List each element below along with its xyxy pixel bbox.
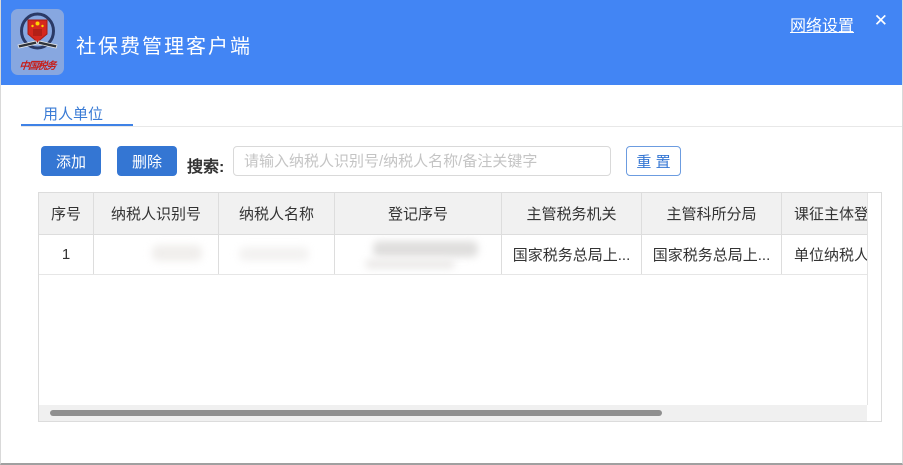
horizontal-scrollbar-track[interactable]: [39, 405, 867, 421]
table-row[interactable]: 1 国家税务总局上... 国家税务总局上... 单位纳税人: [39, 235, 867, 275]
col-header-branch-bureau: 主管科所分局: [642, 193, 782, 235]
table-scroll-area: 序号 纳税人识别号 纳税人名称 登记序号 主管税务机关 主管科所分局 课征主体登…: [39, 193, 867, 405]
cell-tax-authority: 国家税务总局上...: [502, 235, 642, 274]
app-window: 中国税务 社保费管理客户端 网络设置 ✕ 用人单位 添加 删除 搜索: 重 置 …: [0, 0, 903, 465]
col-header-levy-subject-type: 课征主体登记类型: [782, 193, 867, 235]
reset-button[interactable]: 重 置: [626, 146, 681, 176]
col-header-tax-authority: 主管税务机关: [502, 193, 642, 235]
cell-taxpayer-name-redacted: [219, 235, 335, 274]
cell-taxpayer-id-redacted: [94, 235, 219, 274]
app-title: 社保费管理客户端: [76, 36, 252, 58]
redaction-blur: [365, 259, 455, 269]
col-header-taxpayer-name: 纳税人名称: [219, 193, 335, 235]
add-button[interactable]: 添加: [41, 146, 101, 176]
table-header-row: 序号 纳税人识别号 纳税人名称 登记序号 主管税务机关 主管科所分局 课征主体登…: [39, 193, 867, 235]
horizontal-scrollbar-thumb[interactable]: [50, 410, 662, 416]
tabbar-divider: [21, 126, 902, 127]
search-label: 搜索:: [187, 159, 225, 176]
col-header-registration-no: 登记序号: [335, 193, 502, 235]
cell-registration-no-redacted: [335, 235, 502, 274]
close-icon[interactable]: ✕: [874, 11, 888, 31]
cell-branch-bureau: 国家税务总局上...: [642, 235, 782, 274]
vertical-scrollbar-gutter[interactable]: [867, 193, 881, 405]
cell-levy-subject-type: 单位纳税人: [782, 235, 867, 274]
employer-table: 序号 纳税人识别号 纳税人名称 登记序号 主管税务机关 主管科所分局 课征主体登…: [38, 192, 882, 422]
china-tax-logo: 中国税务: [11, 9, 64, 75]
logo-caption: 中国税务: [18, 61, 56, 72]
redaction-blur: [152, 245, 202, 261]
redaction-blur: [239, 247, 309, 261]
tax-emblem-icon: [17, 12, 58, 50]
col-header-seq: 序号: [39, 193, 94, 235]
cell-seq: 1: [39, 235, 94, 274]
delete-button[interactable]: 删除: [117, 146, 177, 176]
search-input[interactable]: [233, 146, 611, 176]
titlebar: 中国税务 社保费管理客户端 网络设置 ✕: [1, 0, 902, 85]
tab-employer-unit[interactable]: 用人单位: [43, 103, 103, 124]
network-settings-link[interactable]: 网络设置: [790, 12, 854, 36]
redaction-blur: [373, 241, 478, 257]
col-header-taxpayer-id: 纳税人识别号: [94, 193, 219, 235]
